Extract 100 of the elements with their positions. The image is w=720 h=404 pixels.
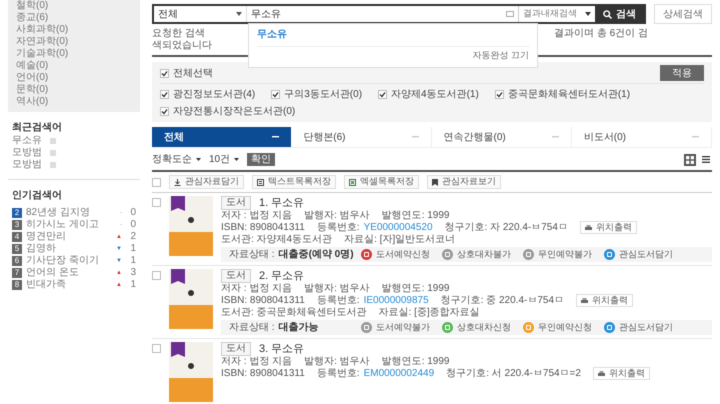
book-detail: 청구기호: 중 220.4-ㅂ754ㅁ (440, 295, 564, 306)
checkbox-label: 자양전통시장작은도서관(0) (173, 105, 296, 119)
rank-change: 1 (129, 255, 136, 267)
printer-icon (581, 298, 588, 304)
rank-number: 2 (12, 208, 22, 218)
checkbox[interactable] (152, 271, 161, 280)
book-detail: 발행자: 범우사 (304, 356, 370, 367)
confirm-button[interactable]: 확인 (247, 153, 276, 166)
toolbar-button[interactable]: 관심자료담기 (169, 175, 244, 189)
category-link[interactable]: 문학(0) (16, 84, 132, 96)
rank-number: 3 (12, 220, 22, 230)
status-value: 대출중(예약 0명) (278, 249, 354, 260)
popular-search-term[interactable]: 명견만리 (26, 231, 112, 243)
action-link[interactable]: 무인예약신청 (523, 322, 592, 333)
sort-dropdown[interactable]: 정확도순 (152, 152, 201, 167)
popular-search-term[interactable]: 김영하 (26, 243, 112, 255)
rank-number: 5 (12, 244, 22, 254)
print-location-button[interactable]: 위치출력 (592, 367, 650, 380)
checkbox[interactable] (152, 198, 161, 207)
popular-search-term[interactable]: 언어의 온도 (26, 267, 112, 279)
status-label: 자료상태 : (229, 322, 275, 333)
popular-search-term[interactable]: 82년생 김지영 (26, 207, 116, 219)
popular-search-term[interactable]: 빈대가족 (26, 279, 112, 291)
category-link[interactable]: 자연과학(0) (16, 36, 132, 48)
printer-icon (598, 370, 605, 376)
book-detail: ISBN: 8908041311 (221, 368, 305, 379)
print-location-button[interactable]: 위치출력 (580, 221, 637, 234)
rank-change: 1 (129, 243, 136, 255)
checkbox[interactable] (160, 90, 169, 99)
toolbar-button[interactable]: 관심자료보기 (427, 175, 501, 189)
checkbox[interactable] (160, 107, 169, 116)
checkbox[interactable] (378, 90, 388, 99)
document-icon (257, 178, 264, 186)
book-detail: 등록번호: (316, 295, 360, 306)
action-link[interactable]: 도서예약불가 (361, 322, 430, 333)
checkbox[interactable] (152, 178, 161, 186)
action-link[interactable]: 무인예약불가 (523, 249, 592, 260)
registration-number-link[interactable]: EM0000002449 (364, 368, 434, 379)
category-link[interactable]: 역사(0) (16, 96, 132, 108)
book-detail: 청구기호: 서 220.4-ㅂ754ㅁ=2 (446, 368, 581, 379)
book-detail: 청구기호: 자 220.4-ㅂ754ㅁ (444, 222, 568, 233)
print-location-button[interactable]: 위치출력 (576, 294, 634, 307)
toolbar-button[interactable]: 텍스트목록저장 (252, 175, 336, 189)
book-detail: 발행자: 범우사 (304, 283, 370, 294)
chevron-icon (234, 158, 240, 161)
chevron-icon (585, 12, 591, 16)
minus-icon (552, 136, 559, 138)
action-link[interactable]: 상호대차불가 (442, 249, 511, 260)
book-detail: 발행자: 범우사 (304, 210, 370, 221)
apply-button[interactable]: 적용 (660, 65, 704, 81)
recent-search-term[interactable]: 모방범 (12, 159, 42, 171)
checkbox-label: 전체선택 (173, 66, 213, 80)
checkbox[interactable] (271, 90, 280, 99)
scope-dropdown[interactable]: 전체 (154, 6, 246, 22)
rank-number: 4 (12, 232, 22, 242)
category-link[interactable]: 사회과학(0) (16, 24, 132, 36)
advanced-search-button[interactable]: 상세검색 (654, 4, 712, 24)
autocomplete-off-link[interactable]: 자동완성 끄기 (472, 49, 529, 62)
book-detail: 도서관: 중곡문화체육센터도서관 (221, 307, 367, 318)
grid-view-icon[interactable] (684, 154, 696, 166)
chevron-icon (236, 12, 242, 16)
category-link[interactable]: 언어(0) (16, 72, 132, 84)
notice-text: 결과이며 총 6건이 검 (554, 28, 648, 40)
action-link[interactable]: 상호대차신청 (442, 322, 511, 333)
section-title: 최근검색어 (11, 121, 63, 135)
book-detail: ISBN: 8908041311 (221, 222, 305, 233)
popular-search-term[interactable]: 기사단장 죽이기 (26, 255, 112, 267)
action-link[interactable]: 도서예약신청 (361, 249, 430, 260)
result-title[interactable]: 2. 무소유 (259, 270, 304, 282)
toolbar-button[interactable]: 엑셀목록저장 (344, 175, 419, 189)
book-detail: 발행연도: 1999 (382, 356, 450, 367)
book-detail: 저자 : 법정 지음 (221, 283, 292, 294)
checkbox[interactable] (494, 90, 504, 99)
action-link[interactable]: 관심도서담기 (604, 322, 673, 333)
registration-number-link[interactable]: IE0000009875 (364, 295, 429, 306)
registration-number-link[interactable]: YE0000004520 (364, 222, 433, 233)
bookmark-icon (432, 178, 438, 186)
category-link[interactable]: 철학(0) (16, 0, 132, 12)
result-title[interactable]: 3. 무소유 (259, 344, 304, 354)
recent-search-term[interactable]: 모방범 (12, 147, 42, 159)
type-tag: 도서 (221, 196, 251, 210)
type-tag: 도서 (221, 269, 251, 283)
category-link[interactable]: 종교(6) (16, 12, 132, 24)
tab[interactable]: 전체 (152, 127, 292, 147)
category-link[interactable]: 기술과학(0) (16, 48, 132, 60)
checkbox[interactable] (152, 344, 161, 353)
result-title[interactable]: 1. 무소유 (259, 198, 304, 208)
checkbox[interactable] (160, 68, 169, 78)
book-detail: 자료실: [자]일반도서코너 (344, 234, 456, 245)
search-icon (603, 10, 612, 18)
recent-search-term[interactable]: 무소유 (12, 135, 42, 147)
book-detail: 저자 : 법정 지음 (221, 356, 292, 367)
sort-dropdown[interactable]: 10건 (209, 152, 240, 167)
category-link[interactable]: 예술(0) (16, 60, 132, 72)
suggestion-item[interactable]: 무소유 (257, 28, 529, 42)
notice-text: 요청한 검색 (152, 28, 205, 40)
search-button[interactable]: 검색 (595, 6, 644, 22)
section-title: 인기검색어 (11, 189, 63, 203)
action-link[interactable]: 관심도서담기 (604, 249, 673, 260)
popular-search-term[interactable]: 히가시노 게이고 (26, 219, 116, 231)
